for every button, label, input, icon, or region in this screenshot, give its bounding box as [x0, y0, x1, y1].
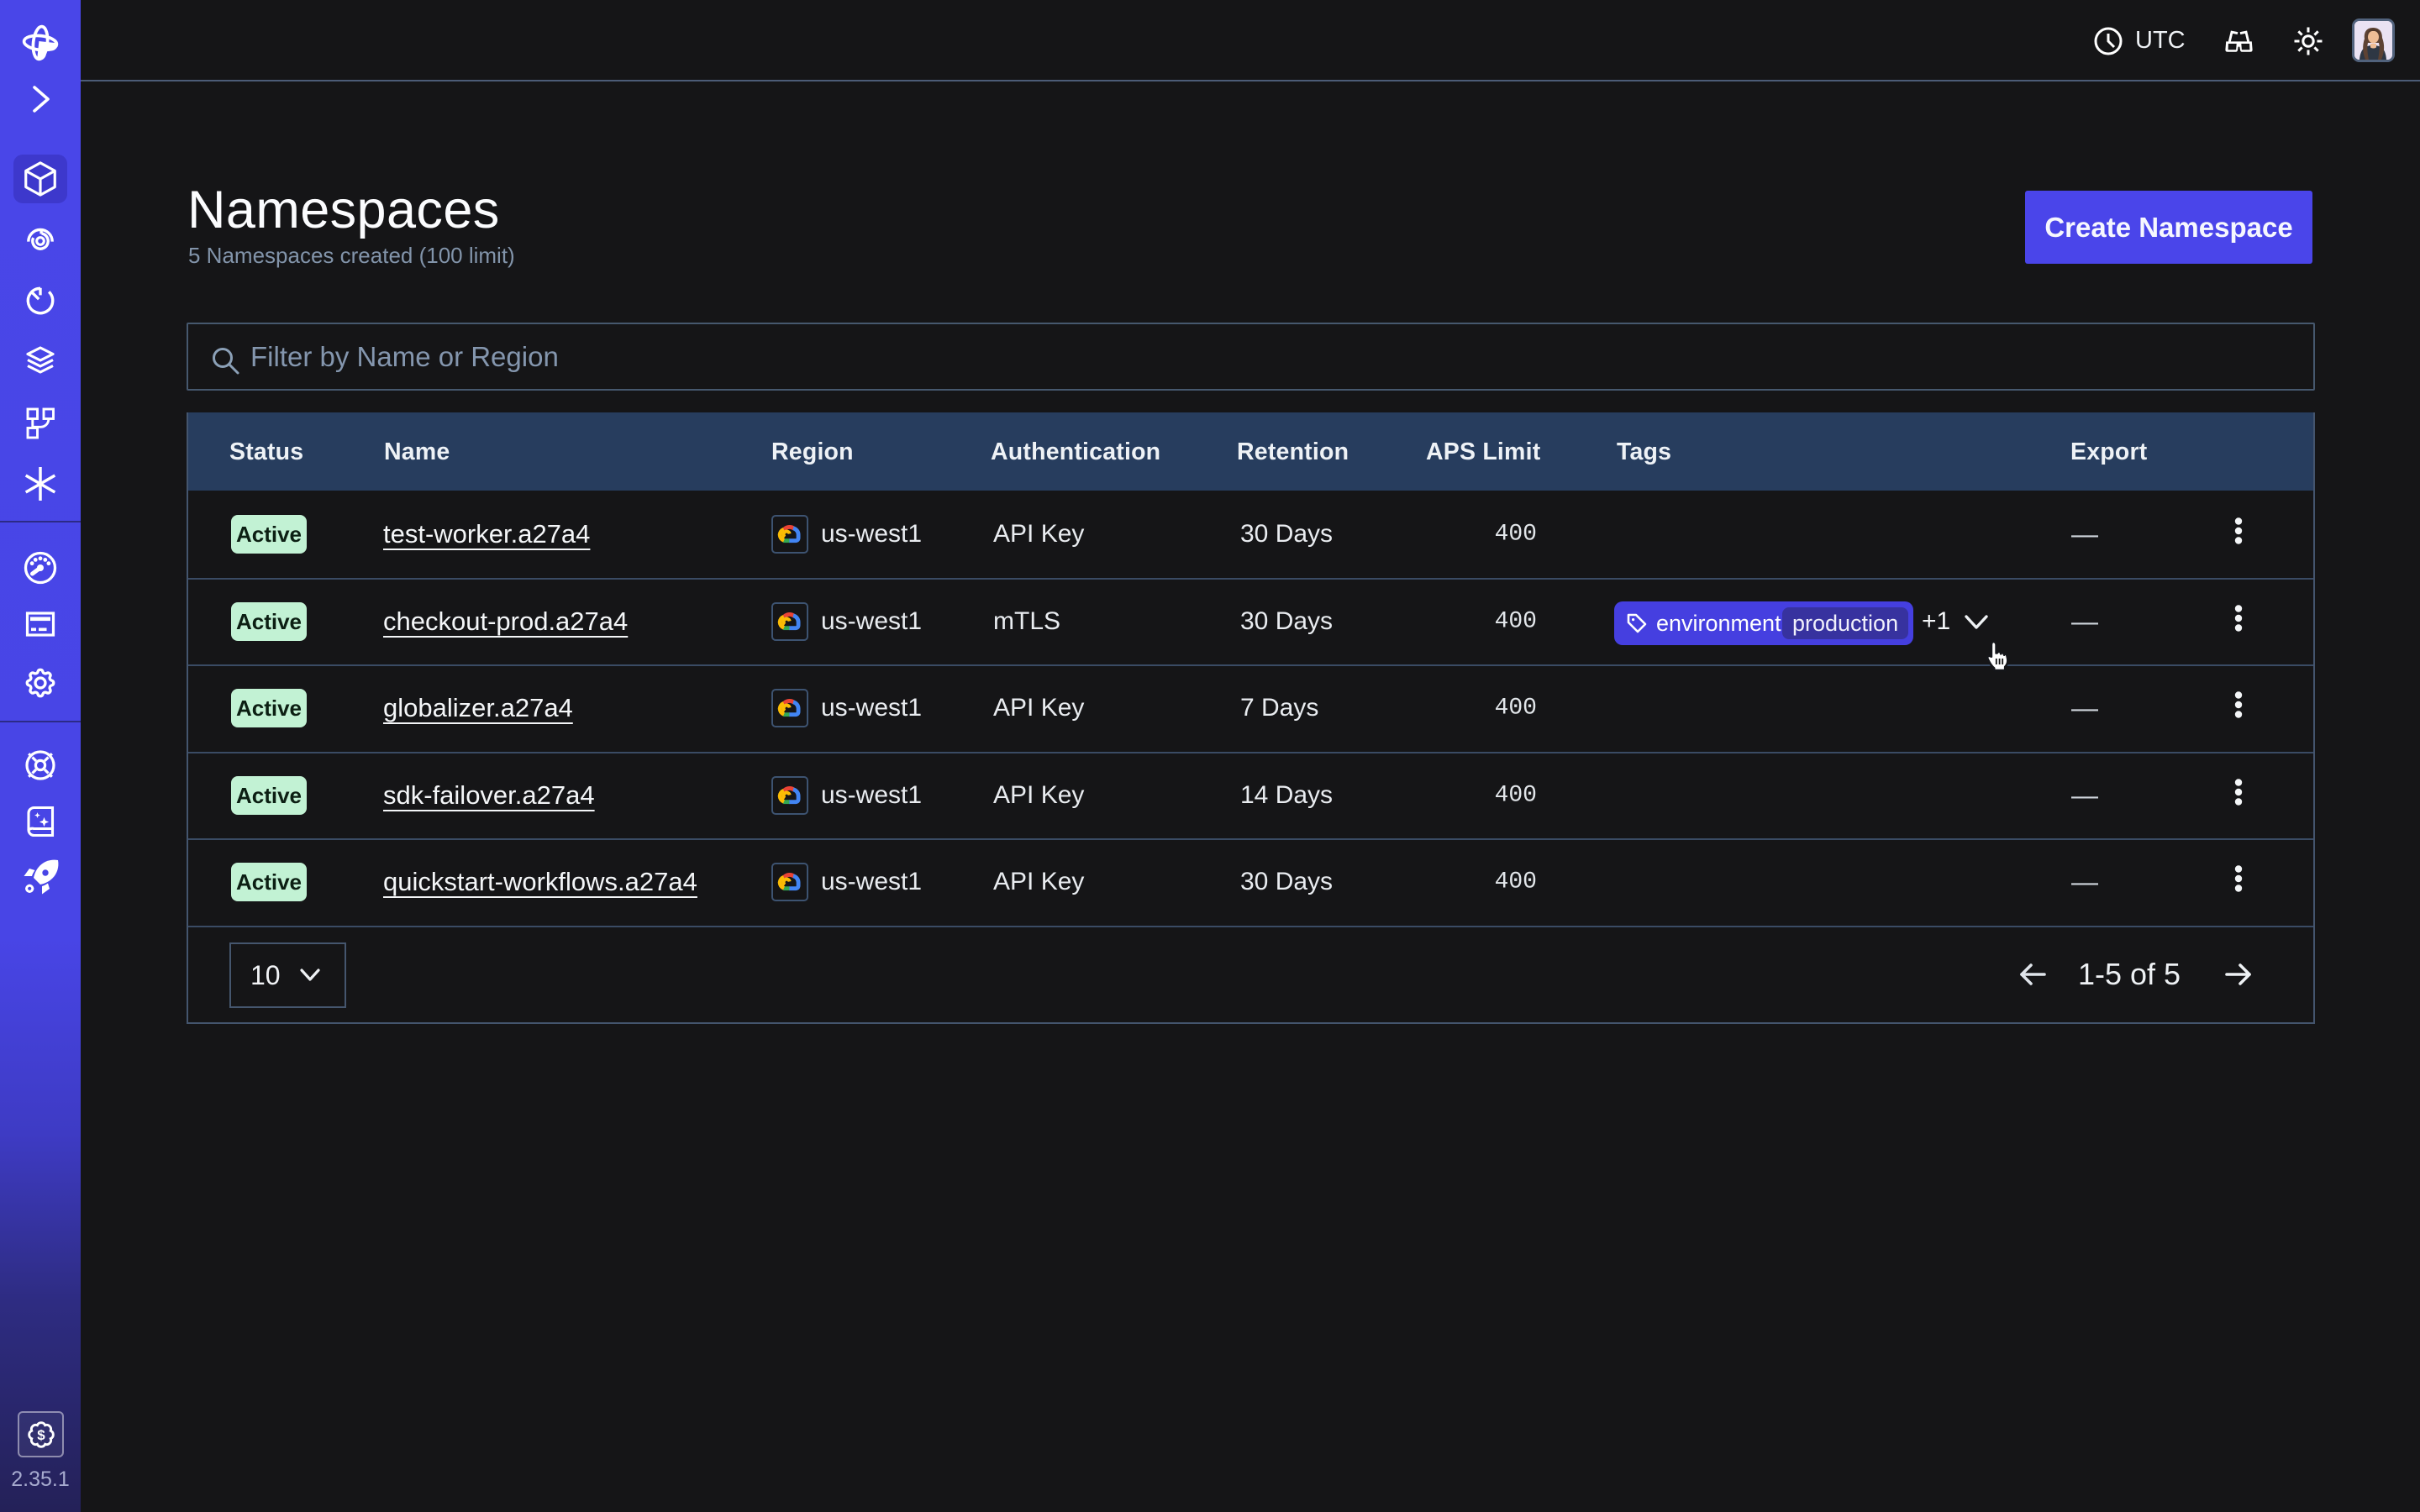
svg-text:$: $ [37, 1427, 45, 1443]
